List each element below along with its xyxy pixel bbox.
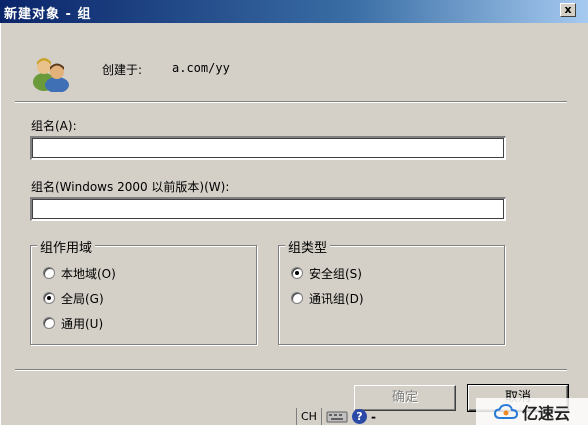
created-in-label: 创建于:	[102, 63, 143, 77]
cloud-logo-icon	[493, 403, 518, 419]
group-type-title: 组类型	[285, 237, 331, 256]
radio-domain-local[interactable]	[43, 267, 55, 279]
close-icon: x	[564, 3, 572, 16]
radio-universal[interactable]	[43, 317, 55, 329]
langbar-minimize[interactable]: -	[371, 410, 376, 424]
type-option-security[interactable]: 安全组(S)	[291, 264, 362, 282]
keyboard-icon[interactable]	[326, 410, 348, 423]
group-scope-title: 组作用域	[37, 237, 96, 256]
group-scope-box: 组作用域 本地域(O) 全局(G) 通用(U)	[30, 237, 257, 345]
scope-option-label: 全局(G)	[61, 291, 104, 306]
group-name-label: 组名(A):	[31, 119, 77, 133]
type-option-label: 安全组(S)	[309, 266, 362, 281]
title-bar[interactable]: 新建对象 - 组 x	[0, 0, 588, 23]
scope-option-label: 本地域(O)	[61, 266, 116, 281]
scope-option-universal[interactable]: 通用(U)	[43, 314, 103, 332]
scope-option-global[interactable]: 全局(G)	[43, 289, 104, 307]
type-option-distribution[interactable]: 通讯组(D)	[291, 289, 364, 307]
language-bar[interactable]: CH ? -	[296, 408, 408, 425]
radio-global[interactable]	[43, 292, 55, 304]
radio-distribution[interactable]	[291, 292, 303, 304]
help-icon[interactable]: ?	[351, 409, 367, 424]
type-option-label: 通讯组(D)	[309, 291, 364, 306]
watermark-text: 亿速云	[521, 403, 570, 423]
separator-top	[15, 101, 567, 103]
scope-option-label: 通用(U)	[61, 316, 104, 331]
group-type-box: 组类型 安全组(S) 通讯组(D)	[278, 237, 505, 345]
watermark: 亿速云	[476, 398, 588, 425]
group-name-pre2000-input[interactable]	[30, 197, 506, 221]
scope-option-domain-local[interactable]: 本地域(O)	[43, 264, 116, 282]
separator-bottom	[15, 369, 567, 371]
close-button[interactable]: x	[560, 3, 576, 17]
group-name-input[interactable]	[30, 136, 506, 160]
window-title: 新建对象 - 组	[4, 7, 92, 22]
created-in-value: a.com/yy	[172, 61, 230, 75]
language-indicator[interactable]: CH	[296, 408, 322, 425]
group-users-icon	[33, 58, 69, 92]
window-frame	[0, 23, 2, 425]
radio-security[interactable]	[291, 267, 303, 279]
group-name-pre2000-label: 组名(Windows 2000 以前版本)(W):	[31, 180, 230, 194]
